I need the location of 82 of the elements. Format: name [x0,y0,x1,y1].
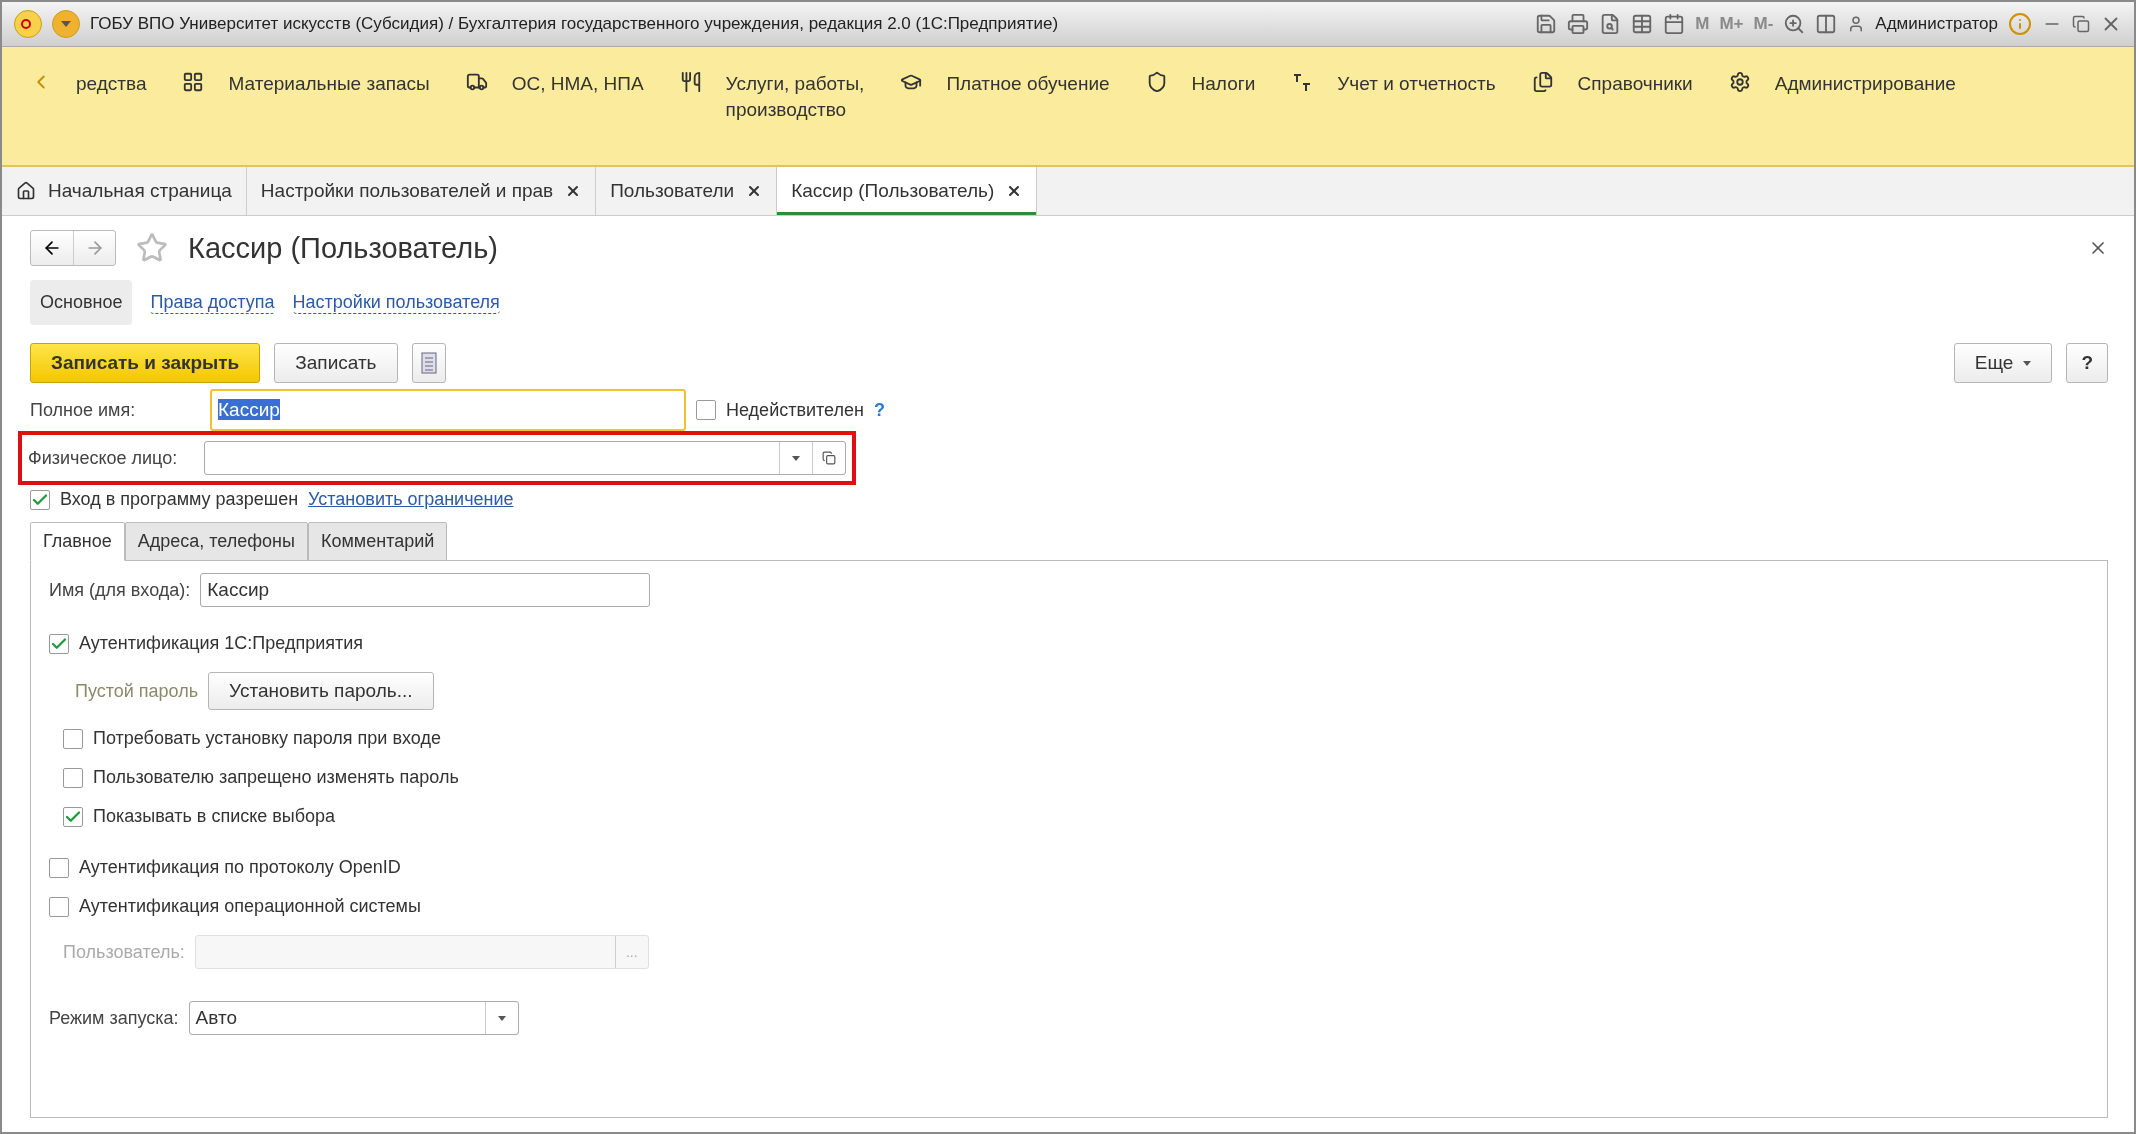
checkbox[interactable]: Потребовать установку пароля при входе [63,728,2089,749]
view-link[interactable]: Права доступа [150,291,275,314]
view-link[interactable]: Основное [30,280,133,325]
section-link[interactable]: Учет и отчетность [1337,71,1496,97]
caret-icon [497,1015,506,1021]
help-button[interactable]: ? [2066,343,2108,383]
field-label: Режим запуска: [49,1007,179,1029]
star-icon[interactable] [136,232,168,264]
tab[interactable]: Главное [30,522,125,561]
checkbox-box[interactable] [49,633,69,654]
checkbox-label: Показывать в списке выбора [93,806,336,827]
table-icon[interactable] [1631,13,1654,35]
restore-icon[interactable] [2072,15,2090,33]
save-button[interactable]: Записать [274,343,398,383]
checkbox-box[interactable] [63,806,83,827]
tab[interactable]: Комментарий [308,522,448,561]
report-button[interactable] [411,343,446,383]
checkbox-label: Аутентификация по протоколу OpenID [79,857,401,878]
open-icon [822,451,836,465]
checkbox-label: Недействителен [726,399,864,421]
section-link[interactable]: ОС, НМА, НПА [511,71,644,97]
open-tab[interactable]: Настройки пользователей и прав [246,167,597,215]
menu-caret-icon[interactable] [52,10,80,38]
checkbox-label: Аутентификация 1С:Предприятия [79,633,364,654]
checkbox-box[interactable] [63,728,83,749]
section-link[interactable]: Услуги, работы, производство [725,71,865,123]
field-label: Полное имя: [30,399,137,421]
field-label: Физическое лицо: [28,447,179,469]
section-icon[interactable] [182,71,205,93]
checkbox-box[interactable] [696,400,716,420]
section-link[interactable]: Администрирование [1774,71,1956,97]
field-label: Имя (для входа): [49,579,191,601]
checkbox-label: Потребовать установку пароля при входе [93,728,441,749]
checkbox-box[interactable] [49,896,69,917]
open-tab[interactable]: Начальная страница [2,167,247,215]
checkbox[interactable]: Аутентификация операционной системы [49,896,2089,917]
input-field[interactable]: Кассир [200,573,651,607]
checkbox[interactable]: Недействителен [696,399,864,421]
document-icon [420,352,437,374]
section-icon[interactable] [1531,71,1554,93]
checkbox-box[interactable] [63,767,83,788]
section-icon[interactable] [1728,71,1751,93]
caret-icon [2023,360,2032,366]
zoom-icon[interactable] [1783,13,1806,35]
checkbox[interactable]: Пользователю запрещено изменять пароль [63,767,2089,788]
user-name[interactable]: Администратор [1875,14,1998,34]
checkbox-label: Пользователю запрещено изменять пароль [93,767,459,788]
save-close-button[interactable]: Записать и закрыть [30,343,261,383]
checkbox-box[interactable] [49,857,69,878]
section-link[interactable]: Налоги [1191,71,1256,97]
select-field[interactable]: Авто [188,1001,519,1035]
password-status: Пустой пароль [74,680,199,702]
field-label: Пользователь: [63,941,185,963]
checkbox[interactable]: Аутентификация по протоколу OpenID [49,857,2089,878]
caret-icon [792,455,800,461]
help-link[interactable]: ? [873,399,885,421]
open-tab[interactable]: Кассир (Пользователь) [777,167,1038,215]
printer-icon[interactable] [1567,13,1590,35]
section-link[interactable]: редства [76,71,147,97]
checkbox[interactable]: Аутентификация 1С:Предприятия [49,633,2089,654]
tab[interactable]: Адреса, телефоны [124,522,308,561]
section-icon[interactable] [679,71,702,93]
calendar-icon[interactable] [1663,13,1686,35]
select-field[interactable] [204,441,846,475]
panels-icon[interactable] [1815,13,1838,35]
save-icon[interactable] [1535,13,1558,35]
more-button[interactable]: Еще [1953,343,2053,383]
checkbox-box[interactable] [30,489,50,510]
view-link[interactable]: Настройки пользователя [292,291,500,314]
form-title: Кассир (Пользователь) [188,231,499,265]
input-field[interactable]: Кассир [210,389,686,431]
section-link[interactable]: Материальные запасы [228,71,430,97]
home-icon [16,181,36,201]
logo-icon [14,10,42,38]
restriction-link[interactable]: Установить ограничение [308,489,514,510]
section-icon[interactable] [465,71,488,93]
section-link[interactable]: Платное обучение [946,71,1110,97]
set-password-button[interactable]: Установить пароль... [208,672,434,710]
section-link[interactable]: Справочники [1577,71,1693,97]
checkbox-label: Аутентификация операционной системы [79,896,421,917]
window-title: ГОБУ ВПО Университет искусств (Субсидия) / Бухгалтерия государственного учреждения, редакция 2.0 (1С:Предприятие) [90,14,1060,34]
checkbox[interactable]: Показывать в списке выбора [63,806,2089,827]
